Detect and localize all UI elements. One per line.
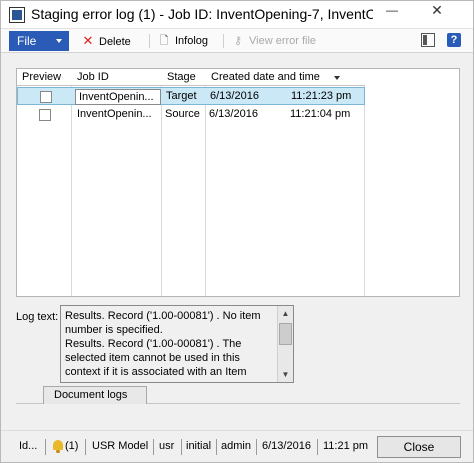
toolbar-divider [149, 34, 150, 48]
view-error-file-button[interactable]: ⚷ View error file [231, 32, 316, 50]
file-menu-label: File [17, 34, 37, 48]
stage-cell: Source [165, 108, 200, 120]
status-divider [181, 439, 182, 455]
status-layer: initial [186, 440, 212, 452]
log-scrollbar[interactable]: ▲ ▼ [277, 306, 293, 382]
status-bar: Id... (1) USR Model usr initial admin 6/… [1, 430, 473, 462]
staging-log-grid: Preview Job ID Stage Created date and ti… [16, 68, 460, 297]
status-divider [45, 439, 46, 455]
scroll-thumb[interactable] [279, 323, 292, 345]
header-created-date[interactable]: Created date and time [206, 69, 365, 86]
infolog-label: Infolog [175, 35, 209, 47]
action-pane: File ✕ Delete 🗋 Infolog ⚷ View error file ? [1, 29, 473, 53]
delete-x-icon: ✕ [82, 33, 94, 48]
date-cell: 6/13/2016 [209, 108, 258, 120]
document-icon: 🗋 [159, 35, 169, 47]
toolbar-divider [223, 34, 224, 48]
log-text-label: Log text: [16, 311, 59, 323]
delete-button[interactable]: ✕ Delete [81, 32, 131, 50]
scroll-down-icon[interactable]: ▼ [278, 367, 293, 382]
window-title: Staging error log (1) - Job ID: InventOp… [31, 6, 373, 22]
time-cell: 11:21:04 pm [290, 108, 351, 120]
job-id-cell: InventOpenin... [77, 108, 152, 120]
bell-icon[interactable] [52, 439, 64, 453]
title-bar: Staging error log (1) - Job ID: InventOp… [1, 1, 473, 29]
status-company[interactable]: admin [221, 440, 251, 452]
close-button[interactable]: Close [377, 436, 461, 458]
delete-label: Delete [99, 36, 131, 48]
table-row[interactable]: InventOpenin... Target 6/13/2016 11:21:2… [17, 87, 365, 105]
key-icon: ⚷ [233, 35, 243, 47]
status-user: usr [159, 440, 175, 452]
time-cell: 11:21:23 pm [291, 90, 352, 102]
file-menu-button[interactable]: File [9, 31, 69, 51]
infolog-button[interactable]: 🗋 Infolog [157, 32, 208, 50]
job-id-cell[interactable]: InventOpenin... [75, 89, 161, 105]
chevron-down-icon [56, 39, 62, 43]
status-divider [153, 439, 154, 455]
log-text-content: Results. Record ('1.00-00081') . No item… [65, 310, 261, 378]
help-icon[interactable]: ? [447, 33, 461, 47]
sort-descending-icon [334, 76, 340, 80]
status-divider [85, 439, 86, 455]
log-text-field[interactable]: Results. Record ('1.00-00081') . No item… [60, 305, 294, 383]
window-close-button[interactable]: ✕ [401, 1, 473, 21]
status-model: USR Model [92, 440, 149, 452]
stage-cell: Target [166, 90, 197, 102]
header-stage[interactable]: Stage [162, 69, 206, 86]
status-divider [256, 439, 257, 455]
panel-toggle-icon[interactable] [421, 33, 435, 47]
preview-checkbox[interactable] [39, 109, 51, 121]
status-divider [216, 439, 217, 455]
preview-checkbox[interactable] [40, 91, 52, 103]
date-cell: 6/13/2016 [210, 90, 259, 102]
status-date: 6/13/2016 [262, 440, 311, 452]
status-divider [317, 439, 318, 455]
view-error-label: View error file [249, 35, 317, 47]
status-notification-count[interactable]: (1) [65, 440, 78, 452]
staging-error-log-window: Staging error log (1) - Job ID: InventOp… [0, 0, 474, 463]
status-id[interactable]: Id... [19, 440, 37, 452]
table-row[interactable]: InventOpenin... Source 6/13/2016 11:21:0… [17, 106, 365, 124]
header-created-date-label: Created date and time [211, 71, 320, 83]
app-icon [9, 7, 25, 23]
header-preview[interactable]: Preview [17, 69, 72, 86]
status-time: 11:21 pm [323, 440, 369, 452]
tab-document-logs[interactable]: Document logs [43, 386, 147, 404]
scroll-up-icon[interactable]: ▲ [278, 306, 293, 321]
header-job-id[interactable]: Job ID [72, 69, 162, 86]
